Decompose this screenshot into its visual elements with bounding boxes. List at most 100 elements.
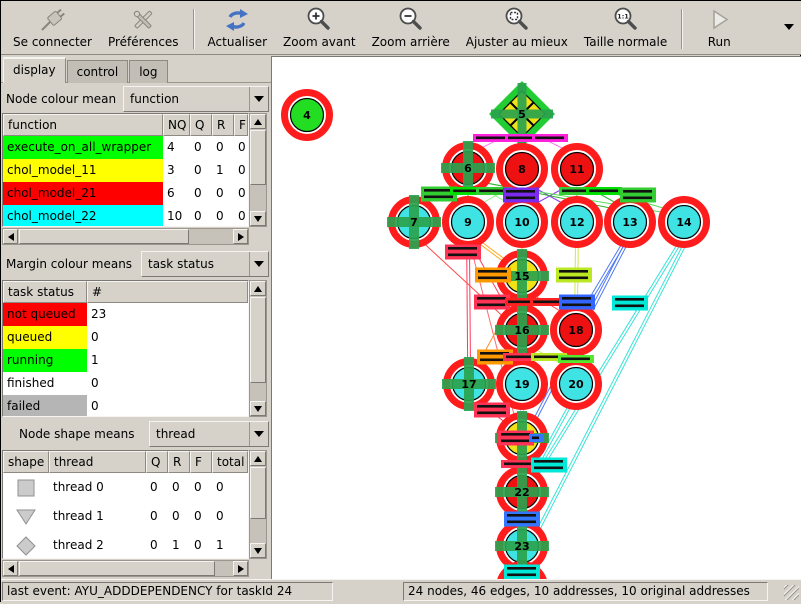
graph-node-14[interactable]: 14	[662, 200, 707, 245]
graph-node-20[interactable]: 20	[554, 362, 599, 407]
column-header[interactable]: R	[168, 451, 190, 473]
column-header[interactable]: Q	[190, 114, 212, 136]
column-header[interactable]: Q	[146, 451, 168, 473]
zoom-100-button[interactable]: 1:1 Taille normale	[576, 4, 675, 51]
edge-address-label	[504, 512, 540, 527]
column-header[interactable]: function	[3, 114, 163, 136]
function-name[interactable]: chol_model_22	[3, 205, 163, 227]
scrollbar-thumb[interactable]	[19, 561, 215, 576]
edge-address-label	[559, 295, 595, 310]
graph-node-8[interactable]: 8	[500, 147, 545, 192]
toolbar: Se connecter Préférences Actualiser Zoom…	[1, 1, 801, 55]
svg-text:23: 23	[514, 540, 529, 553]
edge-address-label	[531, 458, 567, 473]
graph-node-12[interactable]: 12	[555, 200, 600, 245]
table-row[interactable]: thread 2 0 1 0 1	[3, 531, 248, 559]
column-header[interactable]: thread	[49, 451, 146, 473]
column-header[interactable]: task status	[3, 281, 87, 303]
table-row[interactable]: failed 0	[3, 395, 248, 417]
table-row[interactable]: chol_model_11 3 0 1 0	[3, 159, 248, 182]
function-name[interactable]: execute_on_all_wrapper	[3, 136, 163, 159]
status-name[interactable]: failed	[3, 395, 87, 417]
run-icon	[705, 6, 733, 34]
column-header[interactable]: shape	[3, 451, 49, 473]
column-header[interactable]: total	[212, 451, 248, 473]
status-name[interactable]: queued	[3, 326, 87, 349]
status-name[interactable]: finished	[3, 372, 87, 395]
scrollbar-thumb[interactable]	[250, 297, 266, 383]
graph-node-11[interactable]: 11	[555, 147, 600, 192]
graph-node-16[interactable]: 16	[495, 303, 549, 357]
thread-name: thread 2	[49, 531, 146, 559]
edge-address-label	[503, 188, 539, 203]
table-row[interactable]: chol_model_22 10 0 0 0	[3, 205, 248, 227]
edge-address-label	[474, 295, 510, 310]
graph-canvas[interactable]: 456811791012131415161817192021222324	[271, 56, 801, 580]
zoom-in-button[interactable]: Zoom avant	[275, 4, 364, 51]
table-row[interactable]: chol_model_21 6 0 0 0	[3, 182, 248, 205]
table-row[interactable]: thread 0 0 0 0 0	[3, 473, 248, 502]
table-row[interactable]: not queued 23	[3, 303, 248, 326]
zoom-fit-button[interactable]: Ajuster au mieux	[458, 4, 576, 51]
zoom-fit-icon	[503, 6, 531, 34]
column-header[interactable]: #	[87, 281, 248, 303]
graph-node-13[interactable]: 13	[608, 200, 653, 245]
tab-log[interactable]: log	[129, 60, 167, 83]
run-button[interactable]: Run	[688, 4, 750, 51]
thread-shape-table-hscrollbar[interactable]	[2, 560, 249, 577]
thread-name: thread 1	[49, 502, 146, 531]
svg-text:20: 20	[568, 378, 584, 391]
toolbar-overflow-button[interactable]	[780, 17, 798, 37]
margin-colour-combo[interactable]: task status	[141, 251, 269, 277]
table-row[interactable]: finished 0	[3, 372, 248, 395]
tab-control[interactable]: control	[67, 60, 129, 83]
cell: 4	[163, 136, 190, 159]
function-name[interactable]: chol_model_21	[3, 182, 163, 205]
run-label: Run	[708, 35, 731, 49]
column-header[interactable]: F	[190, 451, 212, 473]
cell: 0	[87, 326, 248, 349]
status-name[interactable]: running	[3, 349, 87, 372]
graph-node-22[interactable]: 22	[495, 465, 549, 519]
zoom-out-button[interactable]: Zoom arrière	[364, 4, 458, 51]
function-table-hscrollbar[interactable]	[2, 228, 249, 245]
graph-node-18[interactable]: 18	[554, 308, 599, 353]
edge-address-label	[532, 134, 568, 142]
graph-node-10[interactable]: 10	[500, 200, 545, 245]
graph-node-7[interactable]: 7	[387, 195, 441, 249]
cell: 3	[163, 159, 190, 182]
thread-shape-table-vscrollbar[interactable]	[249, 450, 267, 559]
preferences-icon	[129, 6, 157, 34]
function-table-header: function NQ Q R F	[3, 114, 248, 136]
scrollbar-thumb[interactable]	[250, 467, 266, 519]
cell: 0	[212, 136, 234, 159]
task-status-table-vscrollbar[interactable]	[249, 280, 267, 417]
cell: 0	[234, 182, 248, 205]
tab-display[interactable]: display	[3, 57, 66, 83]
graph-node-19[interactable]: 19	[500, 362, 545, 407]
preferences-button[interactable]: Préférences	[100, 4, 187, 51]
cell: 0	[190, 502, 212, 531]
function-table-vscrollbar[interactable]	[249, 113, 267, 227]
resize-grip-icon[interactable]	[784, 585, 799, 600]
scrollbar-thumb[interactable]	[19, 229, 189, 244]
status-name[interactable]: not queued	[3, 303, 87, 326]
edge-address-label	[474, 403, 510, 418]
column-header[interactable]: R	[212, 114, 234, 136]
table-row[interactable]: running 1	[3, 349, 248, 372]
node-shape-combo[interactable]: thread	[149, 421, 269, 447]
refresh-button[interactable]: Actualiser	[200, 4, 276, 51]
graph-node-9[interactable]: 9	[446, 200, 491, 245]
graph-node-4[interactable]: 4	[285, 93, 330, 138]
function-name[interactable]: chol_model_11	[3, 159, 163, 182]
column-header[interactable]: NQ	[163, 114, 190, 136]
connect-button[interactable]: Se connecter	[5, 4, 100, 51]
table-row[interactable]: execute_on_all_wrapper 4 0 0 0	[3, 136, 248, 159]
table-row[interactable]: queued 0	[3, 326, 248, 349]
tab-bar: display control log	[1, 56, 271, 83]
scrollbar-thumb[interactable]	[250, 130, 266, 185]
task-graph-svg[interactable]: 456811791012131415161817192021222324	[272, 57, 801, 580]
table-row[interactable]: thread 1 0 0 0 0	[3, 502, 248, 531]
node-colour-combo[interactable]: function	[123, 86, 269, 112]
column-header[interactable]: F	[234, 114, 248, 136]
